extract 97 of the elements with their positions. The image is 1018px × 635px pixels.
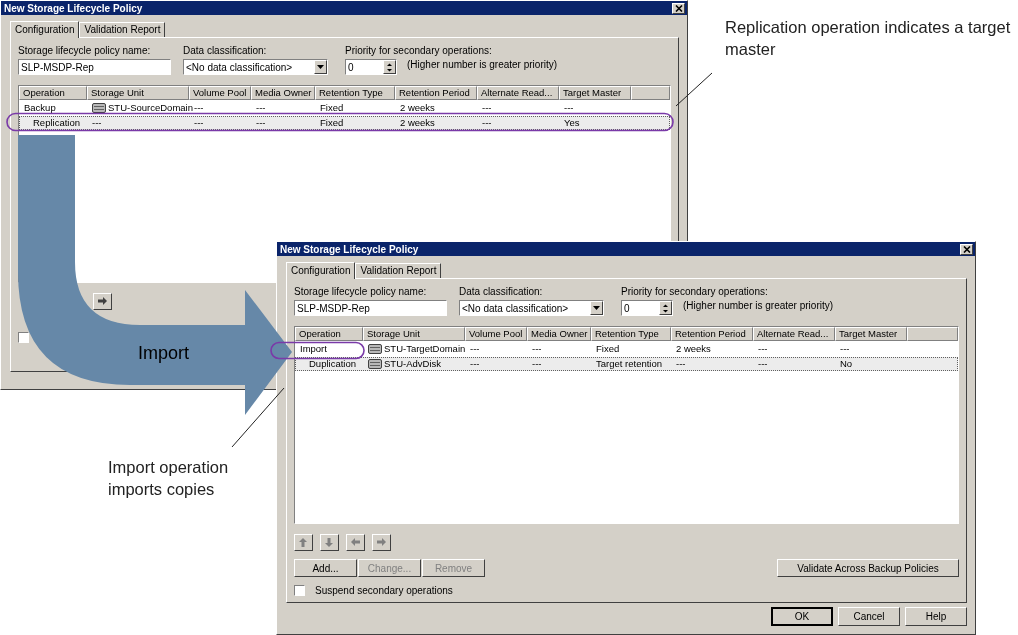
table-cell: --- bbox=[532, 358, 542, 370]
table-cell: --- bbox=[676, 358, 686, 370]
left-arrow-icon bbox=[350, 537, 361, 548]
table-cell: --- bbox=[194, 102, 204, 114]
dropdown-caret-icon bbox=[593, 306, 600, 310]
column-header[interactable]: Target Master bbox=[559, 86, 631, 100]
table-row[interactable]: Import STU-TargetDomain --- --- Fixed 2 weeks --- --- bbox=[295, 342, 958, 356]
tab[interactable]: Configuration bbox=[10, 21, 80, 38]
table-cell: --- bbox=[482, 102, 492, 114]
column-header[interactable]: Volume Pool bbox=[189, 86, 251, 100]
table-cell: --- bbox=[564, 102, 574, 114]
table-cell: Import bbox=[300, 343, 327, 355]
field-label: Storage lifecycle policy name: bbox=[294, 286, 428, 298]
column-header[interactable]: Retention Period bbox=[671, 327, 753, 341]
field-label: Storage lifecycle policy name: bbox=[18, 45, 152, 57]
hint-text: (Higher number is greater priority) bbox=[407, 59, 558, 71]
table-cell: 2 weeks bbox=[400, 102, 435, 114]
field-label: Data classification: bbox=[459, 286, 544, 298]
column-header[interactable]: Storage Unit bbox=[87, 86, 189, 100]
right-arrow-icon bbox=[97, 296, 108, 307]
priority-spinner[interactable]: 0 bbox=[621, 300, 673, 316]
tab[interactable]: Validation Report bbox=[79, 22, 166, 37]
table-cell: Fixed bbox=[320, 117, 344, 129]
field-label: Data classification: bbox=[183, 45, 268, 57]
column-header[interactable]: Alternate Read... bbox=[753, 327, 835, 341]
down-arrow-icon bbox=[324, 537, 335, 548]
validate-button[interactable]: Validate Across Backup Policies bbox=[777, 559, 959, 577]
up-arrow-icon bbox=[298, 537, 309, 548]
column-header[interactable]: Alternate Read... bbox=[477, 86, 559, 100]
dialog-button[interactable]: Cancel bbox=[838, 607, 900, 626]
column-header[interactable]: Operation bbox=[19, 86, 87, 100]
move-button[interactable] bbox=[93, 293, 112, 310]
right-arrow-icon bbox=[376, 537, 387, 548]
policy-name-field[interactable]: SLP-MSDP-Rep bbox=[18, 59, 171, 75]
column-header[interactable]: Storage Unit bbox=[363, 327, 465, 341]
column-header[interactable]: Retention Period bbox=[395, 86, 477, 100]
table-cell: --- bbox=[92, 117, 102, 129]
table-cell: Fixed bbox=[320, 102, 344, 114]
table-cell: 2 weeks bbox=[676, 343, 711, 355]
policy-name-field[interactable]: SLP-MSDP-Rep bbox=[294, 300, 447, 316]
dialog-button[interactable]: OK bbox=[771, 607, 833, 626]
table-row[interactable]: Backup STU-SourceDomain--- --- Fixed 2 weeks --- --- bbox=[19, 101, 670, 115]
tab[interactable]: Configuration bbox=[286, 262, 356, 279]
table-cell: --- bbox=[758, 343, 768, 355]
priority-spinner[interactable]: 0 bbox=[345, 59, 397, 75]
hint-text: (Higher number is greater priority) bbox=[683, 300, 834, 312]
table-cell: STU-SourceDomain bbox=[108, 102, 193, 114]
field-label: Priority for secondary operations: bbox=[345, 45, 493, 57]
table-cell: Target retention bbox=[596, 358, 662, 370]
selected-row[interactable]: Duplication STU-AdvDisk --- --- Target retention --- --- No bbox=[295, 357, 958, 371]
table-cell: Duplication bbox=[309, 358, 356, 370]
table-cell: --- bbox=[470, 343, 480, 355]
column-header[interactable]: Target Master bbox=[835, 327, 907, 341]
leader-line bbox=[231, 387, 285, 448]
callout-text: Replication operation indicates a target master bbox=[725, 17, 1012, 60]
close-button[interactable] bbox=[672, 2, 685, 14]
field-label: Priority for secondary operations: bbox=[621, 286, 769, 298]
tab[interactable]: Validation Report bbox=[355, 263, 442, 278]
table-cell: Fixed bbox=[596, 343, 620, 355]
column-header[interactable]: Operation bbox=[295, 327, 363, 341]
table-cell: 2 weeks bbox=[400, 117, 435, 129]
leader-line bbox=[675, 72, 713, 107]
close-button[interactable] bbox=[960, 243, 973, 255]
column-header[interactable]: Retention Type bbox=[315, 86, 395, 100]
close-icon bbox=[674, 4, 683, 12]
close-icon bbox=[962, 245, 971, 253]
table-cell: Backup bbox=[24, 102, 56, 114]
classification-dropdown[interactable]: <No data classification> bbox=[459, 300, 604, 316]
column-header[interactable]: Media Owner bbox=[527, 327, 591, 341]
callout-text: Import operation imports copies bbox=[108, 457, 230, 500]
action-button[interactable]: Add... bbox=[294, 559, 357, 577]
column-header[interactable]: Volume Pool bbox=[465, 327, 527, 341]
column-header[interactable]: Media Owner bbox=[251, 86, 315, 100]
table-cell: STU-TargetDomain bbox=[384, 343, 466, 355]
table-cell: --- bbox=[758, 358, 768, 370]
classification-dropdown[interactable]: <No data classification> bbox=[183, 59, 328, 75]
table-cell: --- bbox=[470, 358, 480, 370]
table-cell: --- bbox=[194, 117, 204, 129]
column-header[interactable]: Retention Type bbox=[591, 327, 671, 341]
table-cell: --- bbox=[482, 117, 492, 129]
table-cell: --- bbox=[256, 102, 266, 114]
checkbox-label: Suspend secondary operations bbox=[315, 585, 453, 596]
table-cell: --- bbox=[840, 343, 850, 355]
arrow-label: Import bbox=[138, 343, 189, 364]
dropdown-caret-icon bbox=[317, 65, 324, 69]
checkbox[interactable] bbox=[294, 585, 305, 596]
window-title: New Storage Lifecycle Policy bbox=[280, 243, 419, 255]
window-title: New Storage Lifecycle Policy bbox=[4, 2, 143, 14]
table-cell: STU-AdvDisk bbox=[384, 358, 441, 370]
table-cell: Replication bbox=[33, 117, 80, 129]
table-cell: --- bbox=[532, 343, 542, 355]
checkbox[interactable] bbox=[18, 332, 29, 343]
table-cell: No bbox=[840, 358, 853, 370]
selected-row[interactable]: Replication --- --- --- Fixed 2 weeks --- Yes bbox=[19, 116, 670, 130]
dialog-button[interactable]: Help bbox=[905, 607, 967, 626]
table-cell: Yes bbox=[564, 117, 580, 129]
table-cell: --- bbox=[256, 117, 266, 129]
